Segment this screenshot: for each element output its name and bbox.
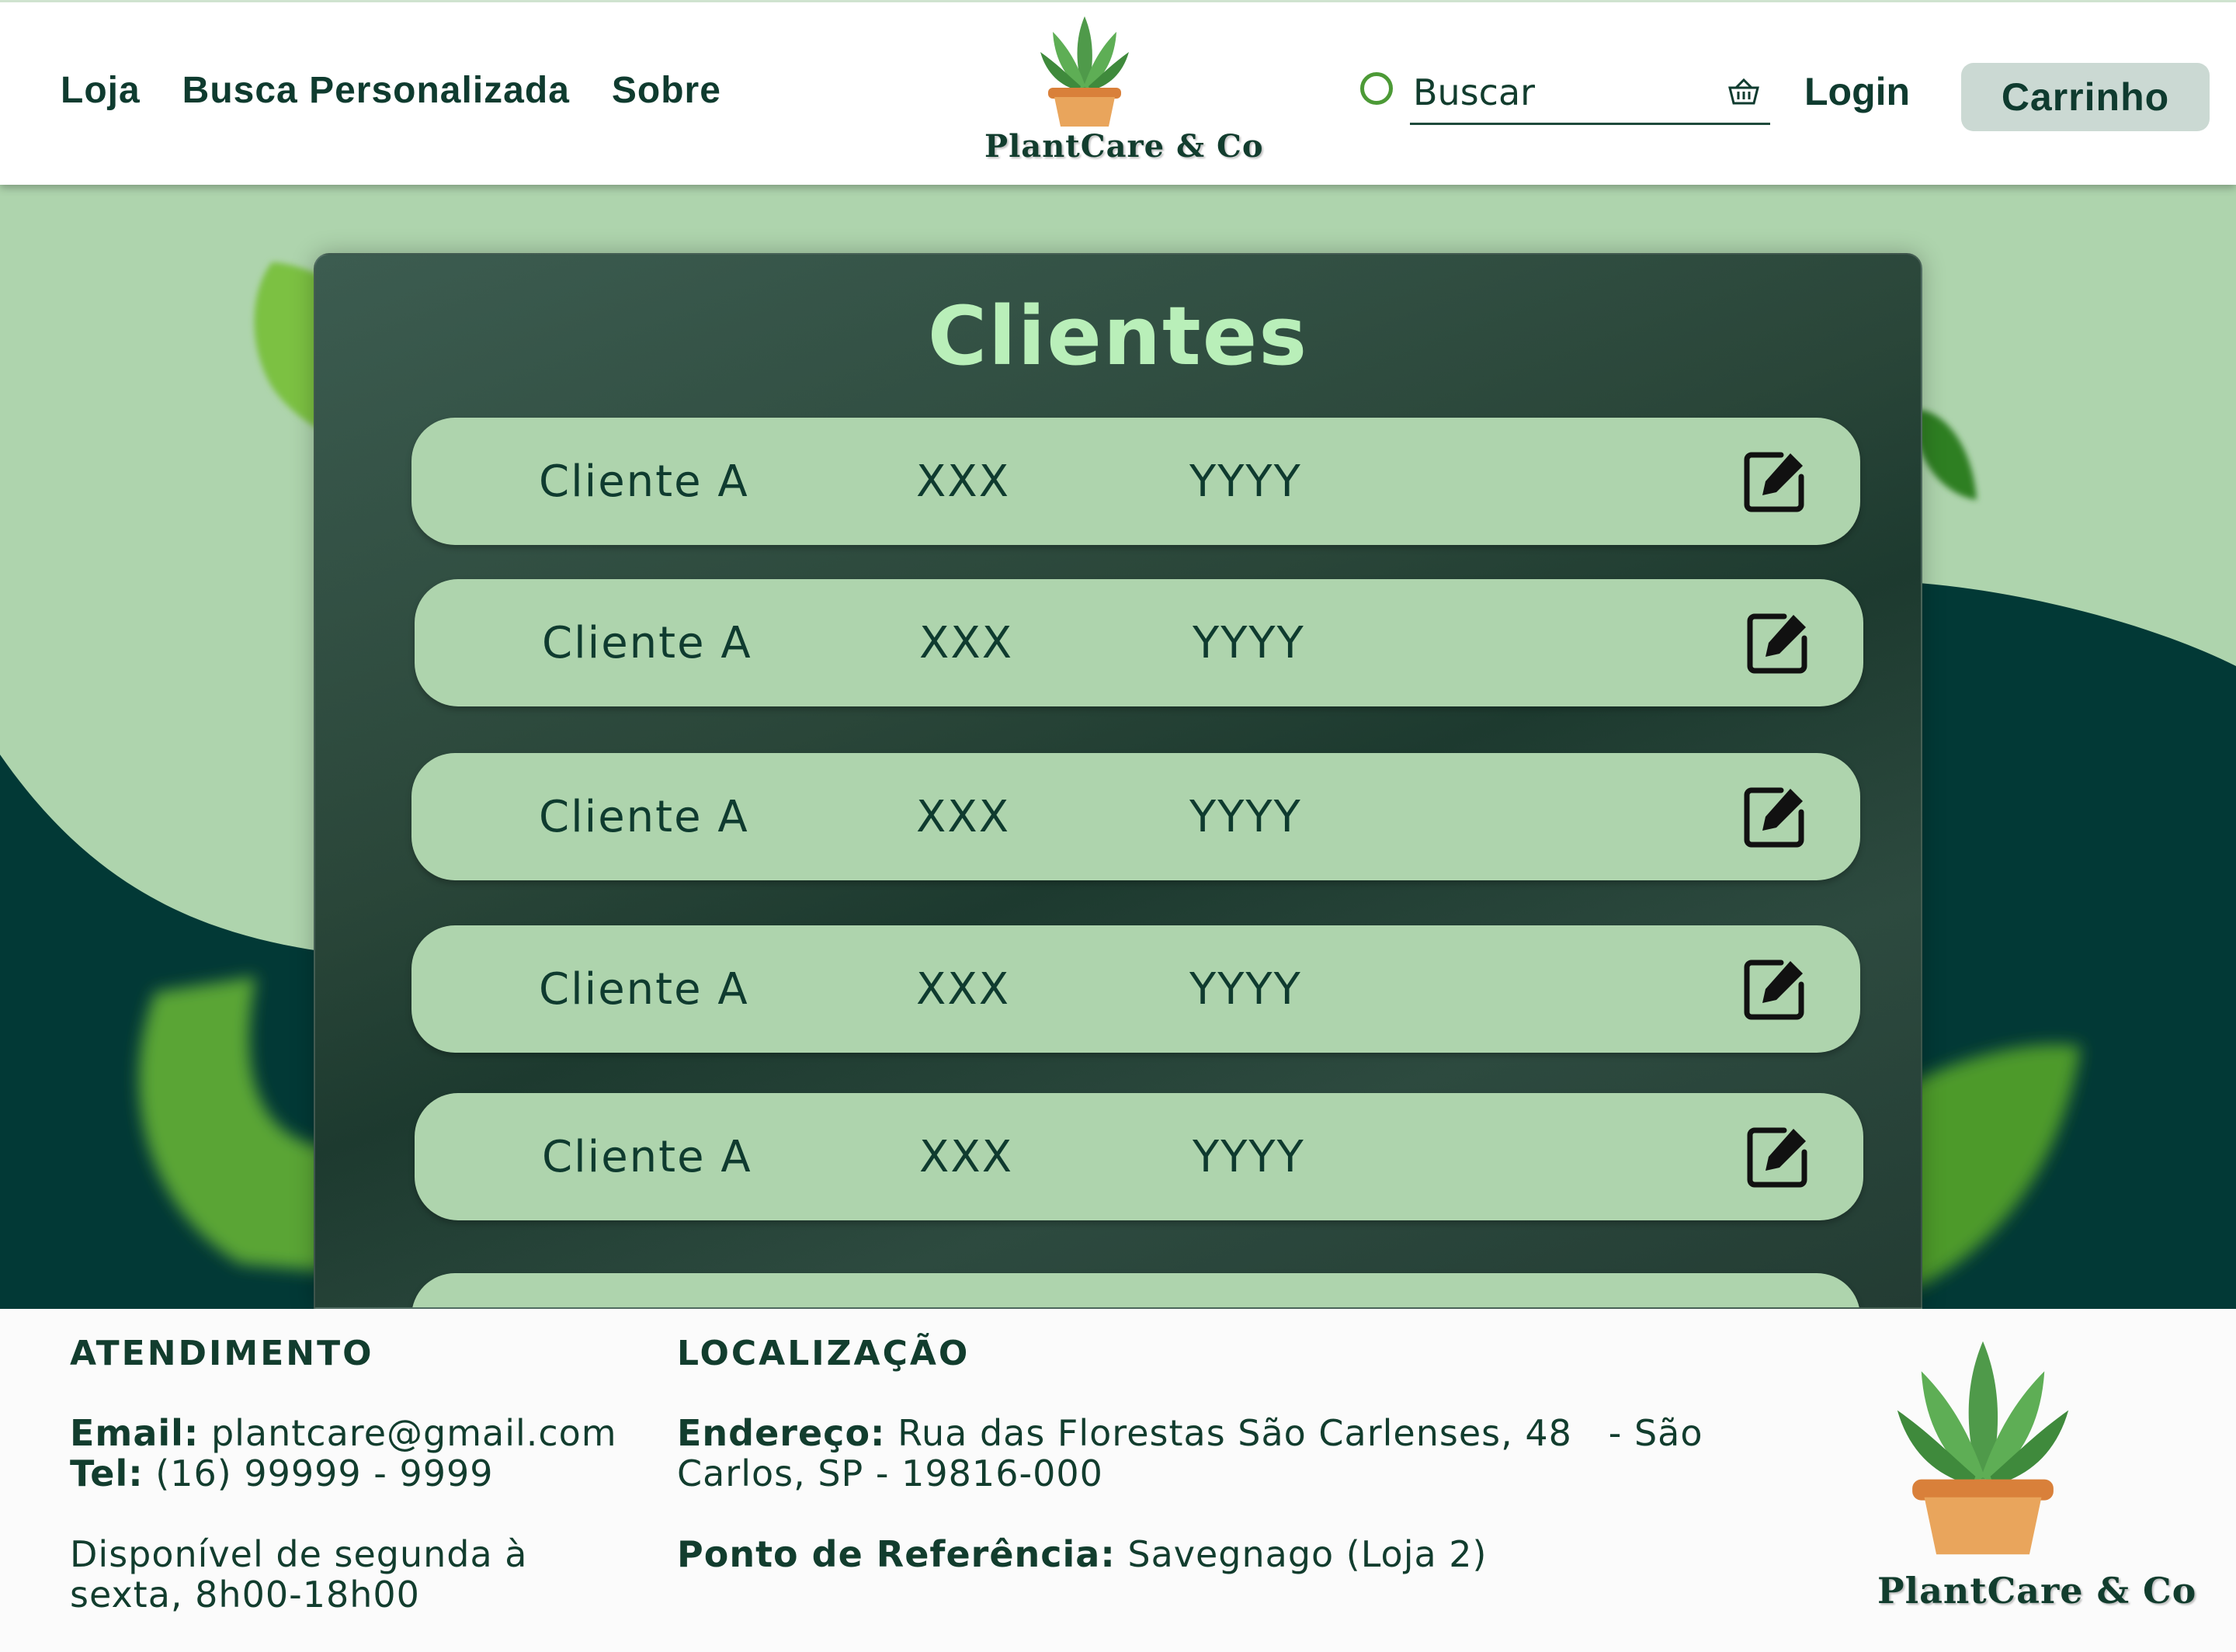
login-link[interactable]: Login xyxy=(1804,69,1910,114)
client-row[interactable]: Cliente A XXX YYYY xyxy=(415,1093,1863,1220)
edit-icon[interactable] xyxy=(1742,449,1807,514)
potted-plant-icon xyxy=(1040,16,1129,127)
address-value: Rua das Florestas São Carlenses, 48 - Sã… xyxy=(898,1412,1703,1454)
site-header: Loja Busca Personalizada Sobre PlantCare… xyxy=(0,0,2236,185)
client-row[interactable]: Cliente A XXX YYYY xyxy=(411,925,1860,1053)
search-input[interactable] xyxy=(1410,68,1770,125)
email-label: Email: xyxy=(70,1412,200,1454)
atendimento-heading: ATENDIMENTO xyxy=(70,1334,374,1373)
brand-logo[interactable]: PlantCare & Co xyxy=(980,13,1263,176)
reference-value: Savegnago (Loja 2) xyxy=(1127,1533,1488,1575)
cart-button[interactable]: Carrinho xyxy=(1961,63,2210,131)
edit-icon[interactable] xyxy=(1745,1124,1811,1189)
footer-brand-logo: PlantCare & Co xyxy=(1871,1335,2196,1630)
brand-logo-text: PlantCare & Co xyxy=(984,128,1264,165)
page-title: Clientes xyxy=(927,289,1309,384)
client-name: Cliente A xyxy=(539,456,749,507)
localizacao-heading: LOCALIZAÇÃO xyxy=(677,1334,970,1373)
contact-tel: Tel: (16) 99999 - 9999 xyxy=(70,1453,494,1494)
client-field-2: XXX xyxy=(916,456,1011,507)
address-label: Endereço: xyxy=(677,1412,886,1454)
footer-brand-logo-text: PlantCare & Co xyxy=(1877,1570,2197,1612)
search-status-icon xyxy=(1360,72,1393,105)
contact-email: Email: plantcare@gmail.com xyxy=(70,1413,617,1453)
client-field-3: YYYY xyxy=(1193,618,1305,668)
main-nav: Loja Busca Personalizada Sobre xyxy=(61,69,721,112)
nav-link-sobre[interactable]: Sobre xyxy=(612,69,721,112)
client-name: Cliente A xyxy=(539,964,749,1015)
email-value[interactable]: plantcare@gmail.com xyxy=(211,1412,617,1454)
client-row[interactable]: Cliente A XXX YYYY xyxy=(411,418,1860,545)
edit-icon[interactable] xyxy=(1745,610,1811,675)
client-row-partial[interactable] xyxy=(411,1273,1860,1307)
client-field-2: XXX xyxy=(916,792,1011,842)
client-row[interactable]: Cliente A XXX YYYY xyxy=(411,753,1860,880)
client-field-2: XXX xyxy=(919,1132,1014,1182)
client-name: Cliente A xyxy=(542,618,752,668)
reference-point: Ponto de Referência: Savegnago (Loja 2) xyxy=(677,1534,1488,1574)
tel-label: Tel: xyxy=(70,1452,144,1494)
reference-label: Ponto de Referência: xyxy=(677,1533,1116,1575)
client-name: Cliente A xyxy=(542,1132,752,1182)
client-row[interactable]: Cliente A XXX YYYY xyxy=(415,579,1863,706)
search-bar xyxy=(1360,68,1770,125)
nav-link-loja[interactable]: Loja xyxy=(61,69,141,112)
client-field-3: YYYY xyxy=(1189,456,1302,507)
clients-panel: Clientes Cliente A XXX YYYY Cliente A XX… xyxy=(314,253,1922,1309)
client-field-3: YYYY xyxy=(1189,964,1302,1015)
edit-icon[interactable] xyxy=(1742,956,1807,1022)
client-name: Cliente A xyxy=(539,792,749,842)
tel-value: (16) 99999 - 9999 xyxy=(155,1452,494,1494)
client-field-2: XXX xyxy=(916,964,1011,1015)
hours-line-2: sexta, 8h00-18h00 xyxy=(70,1574,420,1616)
client-field-3: YYYY xyxy=(1189,792,1302,842)
address-line-2: Carlos, SP - 19816-000 xyxy=(677,1452,1103,1494)
potted-plant-icon xyxy=(1897,1341,2069,1555)
client-field-3: YYYY xyxy=(1193,1132,1305,1182)
hours-line-1: Disponível de segunda à xyxy=(70,1533,528,1575)
address-line-1: Endereço: Rua das Florestas São Carlense… xyxy=(677,1413,1703,1453)
site-footer: ATENDIMENTO Email: plantcare@gmail.com T… xyxy=(0,1309,2236,1652)
nav-link-busca-personalizada[interactable]: Busca Personalizada xyxy=(182,69,570,112)
edit-icon[interactable] xyxy=(1742,784,1807,849)
basket-icon[interactable] xyxy=(1728,78,1759,106)
client-field-2: XXX xyxy=(919,618,1014,668)
